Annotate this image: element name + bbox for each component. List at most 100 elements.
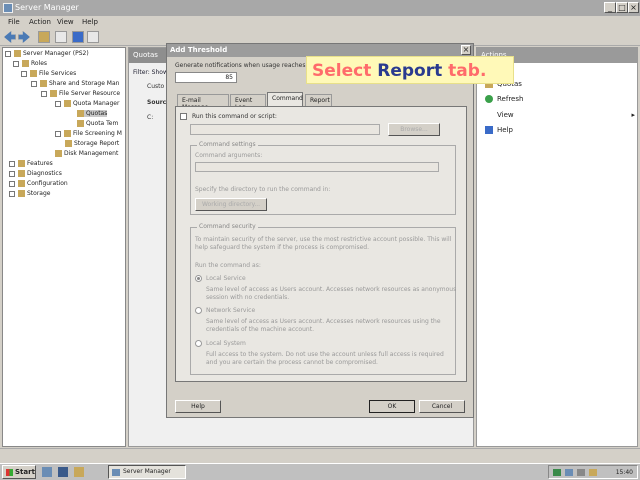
collapse-icon[interactable] — [41, 90, 47, 97]
expand-icon[interactable] — [31, 80, 37, 87]
tree-item-features[interactable]: Features — [9, 160, 53, 167]
expand-icon[interactable] — [9, 180, 15, 187]
properties-icon[interactable] — [87, 31, 99, 43]
quicklaunch-server-manager-icon[interactable] — [42, 467, 52, 477]
menu-file[interactable]: File — [8, 18, 20, 26]
collapse-icon[interactable] — [55, 100, 61, 107]
local-system-radio[interactable] — [195, 340, 202, 347]
collapse-icon[interactable] — [21, 70, 27, 77]
browse-button[interactable]: Browse... — [388, 123, 440, 136]
quicklaunch-powershell-icon[interactable] — [58, 467, 68, 477]
clock[interactable]: 15:40 — [616, 469, 633, 476]
column-header-source[interactable]: Sourc — [147, 99, 166, 106]
tab-report[interactable]: Report — [305, 94, 332, 106]
local-service-desc-2: session with no credentials. — [206, 294, 290, 301]
command-path-input[interactable] — [190, 124, 380, 135]
expand-icon[interactable] — [9, 170, 15, 177]
maximize-button[interactable]: □ — [616, 2, 628, 13]
back-arrow-icon[interactable] — [4, 31, 16, 43]
quota-manager-icon — [64, 100, 71, 107]
quota-row-path[interactable]: C: — [147, 114, 153, 121]
help-button[interactable]: Help — [175, 400, 221, 413]
command-security-group: Command security To maintain security of… — [190, 223, 456, 375]
expand-icon[interactable] — [9, 190, 15, 197]
window-title: Server Manager — [15, 3, 79, 12]
tree-item-file-screening[interactable]: File Screening M — [55, 130, 122, 137]
menu-help[interactable]: Help — [82, 18, 98, 26]
tree-item-file-services[interactable]: File Services — [21, 70, 76, 77]
forward-arrow-icon[interactable] — [18, 31, 30, 43]
tree-item-quota-manager[interactable]: Quota Manager — [55, 100, 119, 107]
add-threshold-dialog: Add Threshold × Generate notifications w… — [166, 43, 474, 418]
filter-label[interactable]: Filter: Show — [133, 69, 168, 76]
network-icon[interactable] — [553, 469, 561, 476]
help-icon[interactable] — [72, 31, 84, 43]
tree-item-share-storage[interactable]: Share and Storage Man — [31, 80, 119, 87]
run-command-label: Run this command or script: — [192, 113, 277, 120]
expand-icon[interactable] — [55, 130, 61, 137]
windows-flag-icon — [6, 469, 13, 476]
help-action-icon — [485, 126, 493, 134]
tree-item-roles[interactable]: Roles — [13, 60, 47, 67]
tree-item-quota-templates[interactable]: Quota Tem — [77, 120, 118, 127]
ok-button[interactable]: OK — [369, 400, 415, 413]
instruction-callout: Select Report tab. — [306, 56, 514, 84]
network-service-radio[interactable] — [195, 307, 202, 314]
expand-icon[interactable] — [9, 160, 15, 167]
local-service-radio[interactable] — [195, 275, 202, 282]
menu-view[interactable]: View — [57, 18, 74, 26]
collapse-icon[interactable] — [13, 60, 19, 67]
action-view[interactable]: View ▸ — [485, 111, 635, 119]
fsrm-icon — [50, 90, 57, 97]
up-folder-icon[interactable] — [38, 31, 50, 43]
tray-folder-icon[interactable] — [589, 469, 597, 476]
command-arguments-input[interactable] — [195, 162, 439, 172]
tree-item-configuration[interactable]: Configuration — [9, 180, 68, 187]
tree-item-quotas[interactable]: Quotas — [77, 110, 108, 117]
tree-item-storage[interactable]: Storage — [9, 190, 50, 197]
show-hide-tree-icon[interactable] — [55, 31, 67, 43]
volume-icon[interactable] — [577, 469, 585, 476]
action-refresh[interactable]: Refresh — [485, 95, 523, 103]
local-system-desc-1: Full access to the system. Do not use th… — [206, 351, 444, 358]
tree-item-storage-reports[interactable]: Storage Report — [65, 140, 119, 147]
start-button[interactable]: Start — [2, 465, 36, 479]
run-command-checkbox[interactable] — [180, 113, 187, 120]
tree-item-diagnostics[interactable]: Diagnostics — [9, 170, 62, 177]
working-directory-button[interactable]: Working directory... — [195, 198, 267, 211]
tree-item-server-manager[interactable]: Server Manager (PS2) — [5, 50, 89, 57]
close-button[interactable]: × — [628, 2, 639, 13]
cancel-button[interactable]: Cancel — [419, 400, 465, 413]
roles-icon — [22, 60, 29, 67]
usage-threshold-input[interactable]: 85 — [175, 72, 237, 83]
command-settings-group: Command settings Command arguments: Spec… — [190, 141, 456, 215]
quotas-icon — [77, 110, 84, 117]
status-bar — [0, 448, 640, 462]
tab-email-message[interactable]: E-mail Message — [177, 94, 229, 111]
tab-event-log[interactable]: Event Log — [230, 94, 266, 111]
server-tray-icon[interactable] — [565, 469, 573, 476]
refresh-icon — [485, 95, 493, 103]
local-system-desc-2: and you are certain the process cannot b… — [206, 359, 378, 366]
actions-pane: Actions Quotas Refresh View ▸ Help — [476, 47, 638, 447]
dialog-close-button[interactable]: × — [461, 45, 471, 55]
quicklaunch-explorer-icon[interactable] — [74, 467, 84, 477]
disk-icon — [55, 150, 62, 157]
console-tree: Server Manager (PS2) Roles File Services… — [2, 47, 126, 447]
configuration-icon — [18, 180, 25, 187]
collapse-icon[interactable] — [5, 50, 11, 57]
quota-templates-icon — [77, 120, 84, 127]
menu-action[interactable]: Action — [29, 18, 51, 26]
usage-threshold-label: Generate notifications when usage reache… — [175, 62, 320, 69]
network-service-desc-1: Same level of access as Users account. A… — [206, 318, 441, 325]
action-help[interactable]: Help — [485, 126, 513, 134]
minimize-button[interactable]: _ — [604, 2, 616, 13]
column-header-custom[interactable]: Custo — [147, 83, 164, 90]
tree-item-fsrm[interactable]: File Server Resource — [41, 90, 120, 97]
window-titlebar: Server Manager _ □ × — [0, 0, 640, 16]
taskbar-server-manager-button[interactable]: Server Manager — [108, 465, 186, 479]
tab-command[interactable]: Command — [267, 92, 303, 106]
tree-item-disk-management[interactable]: Disk Management — [55, 150, 118, 157]
local-system-label: Local System — [206, 340, 246, 347]
local-service-label: Local Service — [206, 275, 246, 282]
